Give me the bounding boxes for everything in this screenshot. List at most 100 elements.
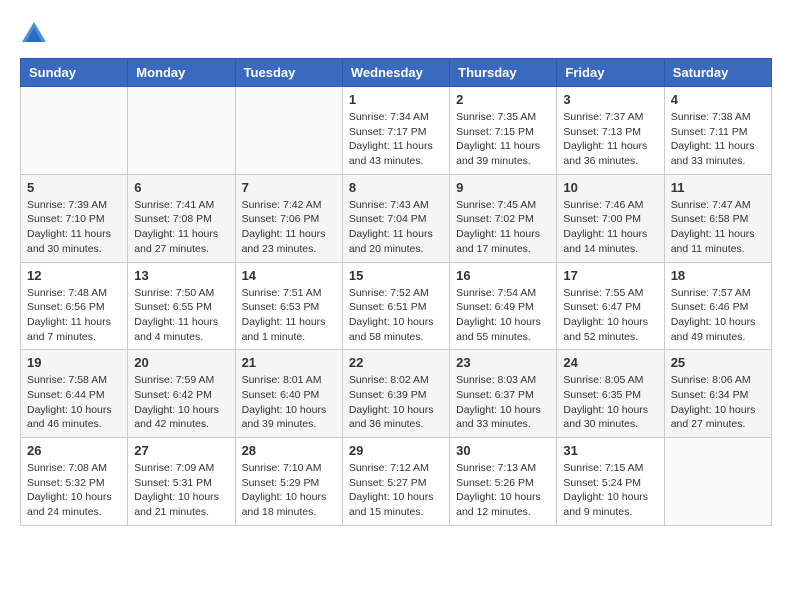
calendar-header-row: SundayMondayTuesdayWednesdayThursdayFrid… xyxy=(21,59,772,87)
day-number: 20 xyxy=(134,355,228,370)
day-number: 17 xyxy=(563,268,657,283)
day-number: 22 xyxy=(349,355,443,370)
calendar-cell: 30 Sunrise: 7:13 AM Sunset: 5:26 PM Dayli… xyxy=(450,438,557,526)
day-info: Sunrise: 7:34 AM Sunset: 7:17 PM Dayligh… xyxy=(349,110,443,169)
logo xyxy=(20,20,52,48)
day-info: Sunrise: 7:08 AM Sunset: 5:32 PM Dayligh… xyxy=(27,461,121,520)
day-header-wednesday: Wednesday xyxy=(342,59,449,87)
calendar-cell: 28 Sunrise: 7:10 AM Sunset: 5:29 PM Dayli… xyxy=(235,438,342,526)
calendar-cell: 2Sunrise: 7:35 AM Sunset: 7:15 PM Daylig… xyxy=(450,87,557,175)
day-info: Sunrise: 7:12 AM Sunset: 5:27 PM Dayligh… xyxy=(349,461,443,520)
day-info: Sunrise: 7:52 AM Sunset: 6:51 PM Dayligh… xyxy=(349,286,443,345)
day-info: Sunrise: 7:43 AM Sunset: 7:04 PM Dayligh… xyxy=(349,198,443,257)
day-number: 27 xyxy=(134,443,228,458)
day-info: Sunrise: 8:02 AM Sunset: 6:39 PM Dayligh… xyxy=(349,373,443,432)
calendar-cell: 20 Sunrise: 7:59 AM Sunset: 6:42 PM Dayli… xyxy=(128,350,235,438)
day-info: Sunrise: 7:51 AM Sunset: 6:53 PM Dayligh… xyxy=(242,286,336,345)
calendar-cell: 7 Sunrise: 7:42 AM Sunset: 7:06 PM Daylig… xyxy=(235,174,342,262)
day-number: 29 xyxy=(349,443,443,458)
day-info: Sunrise: 7:35 AM Sunset: 7:15 PM Dayligh… xyxy=(456,110,550,169)
day-number: 8 xyxy=(349,180,443,195)
calendar-cell: 15 Sunrise: 7:52 AM Sunset: 6:51 PM Dayli… xyxy=(342,262,449,350)
calendar-week-row: 5 Sunrise: 7:39 AM Sunset: 7:10 PM Daylig… xyxy=(21,174,772,262)
day-info: Sunrise: 7:57 AM Sunset: 6:46 PM Dayligh… xyxy=(671,286,765,345)
calendar-cell: 9Sunrise: 7:45 AM Sunset: 7:02 PM Daylig… xyxy=(450,174,557,262)
day-info: Sunrise: 8:05 AM Sunset: 6:35 PM Dayligh… xyxy=(563,373,657,432)
day-info: Sunrise: 7:48 AM Sunset: 6:56 PM Dayligh… xyxy=(27,286,121,345)
day-number: 14 xyxy=(242,268,336,283)
calendar-cell: 19 Sunrise: 7:58 AM Sunset: 6:44 PM Dayli… xyxy=(21,350,128,438)
day-number: 30 xyxy=(456,443,550,458)
day-header-sunday: Sunday xyxy=(21,59,128,87)
calendar-cell: 11Sunrise: 7:47 AM Sunset: 6:58 PM Dayli… xyxy=(664,174,771,262)
day-number: 1 xyxy=(349,92,443,107)
calendar-cell: 22 Sunrise: 8:02 AM Sunset: 6:39 PM Dayli… xyxy=(342,350,449,438)
day-number: 16 xyxy=(456,268,550,283)
day-info: Sunrise: 8:03 AM Sunset: 6:37 PM Dayligh… xyxy=(456,373,550,432)
day-info: Sunrise: 7:38 AM Sunset: 7:11 PM Dayligh… xyxy=(671,110,765,169)
calendar-cell: 21 Sunrise: 8:01 AM Sunset: 6:40 PM Dayli… xyxy=(235,350,342,438)
calendar-cell: 26 Sunrise: 7:08 AM Sunset: 5:32 PM Dayli… xyxy=(21,438,128,526)
day-number: 12 xyxy=(27,268,121,283)
day-header-monday: Monday xyxy=(128,59,235,87)
calendar-cell: 14 Sunrise: 7:51 AM Sunset: 6:53 PM Dayli… xyxy=(235,262,342,350)
day-number: 25 xyxy=(671,355,765,370)
day-info: Sunrise: 7:55 AM Sunset: 6:47 PM Dayligh… xyxy=(563,286,657,345)
day-info: Sunrise: 7:42 AM Sunset: 7:06 PM Dayligh… xyxy=(242,198,336,257)
calendar-cell: 3 Sunrise: 7:37 AM Sunset: 7:13 PM Daylig… xyxy=(557,87,664,175)
calendar-cell: 5 Sunrise: 7:39 AM Sunset: 7:10 PM Daylig… xyxy=(21,174,128,262)
day-number: 26 xyxy=(27,443,121,458)
calendar-cell: 25 Sunrise: 8:06 AM Sunset: 6:34 PM Dayli… xyxy=(664,350,771,438)
day-info: Sunrise: 7:58 AM Sunset: 6:44 PM Dayligh… xyxy=(27,373,121,432)
calendar-cell: 10 Sunrise: 7:46 AM Sunset: 7:00 PM Dayli… xyxy=(557,174,664,262)
calendar-week-row: 19 Sunrise: 7:58 AM Sunset: 6:44 PM Dayli… xyxy=(21,350,772,438)
calendar-cell: 16 Sunrise: 7:54 AM Sunset: 6:49 PM Dayli… xyxy=(450,262,557,350)
header xyxy=(20,20,772,48)
day-info: Sunrise: 7:41 AM Sunset: 7:08 PM Dayligh… xyxy=(134,198,228,257)
day-number: 7 xyxy=(242,180,336,195)
day-number: 31 xyxy=(563,443,657,458)
day-info: Sunrise: 7:09 AM Sunset: 5:31 PM Dayligh… xyxy=(134,461,228,520)
day-header-saturday: Saturday xyxy=(664,59,771,87)
day-number: 28 xyxy=(242,443,336,458)
day-number: 10 xyxy=(563,180,657,195)
day-info: Sunrise: 7:10 AM Sunset: 5:29 PM Dayligh… xyxy=(242,461,336,520)
day-info: Sunrise: 7:37 AM Sunset: 7:13 PM Dayligh… xyxy=(563,110,657,169)
day-number: 18 xyxy=(671,268,765,283)
day-number: 21 xyxy=(242,355,336,370)
day-info: Sunrise: 7:13 AM Sunset: 5:26 PM Dayligh… xyxy=(456,461,550,520)
logo-icon xyxy=(20,20,48,48)
calendar: SundayMondayTuesdayWednesdayThursdayFrid… xyxy=(20,58,772,526)
day-number: 9 xyxy=(456,180,550,195)
calendar-cell: 24 Sunrise: 8:05 AM Sunset: 6:35 PM Dayli… xyxy=(557,350,664,438)
day-info: Sunrise: 7:59 AM Sunset: 6:42 PM Dayligh… xyxy=(134,373,228,432)
calendar-cell: 6 Sunrise: 7:41 AM Sunset: 7:08 PM Daylig… xyxy=(128,174,235,262)
calendar-cell: 17 Sunrise: 7:55 AM Sunset: 6:47 PM Dayli… xyxy=(557,262,664,350)
day-number: 13 xyxy=(134,268,228,283)
day-info: Sunrise: 7:54 AM Sunset: 6:49 PM Dayligh… xyxy=(456,286,550,345)
day-header-friday: Friday xyxy=(557,59,664,87)
day-number: 3 xyxy=(563,92,657,107)
calendar-cell xyxy=(235,87,342,175)
day-number: 24 xyxy=(563,355,657,370)
day-number: 23 xyxy=(456,355,550,370)
day-number: 15 xyxy=(349,268,443,283)
calendar-cell: 8 Sunrise: 7:43 AM Sunset: 7:04 PM Daylig… xyxy=(342,174,449,262)
calendar-cell: 23 Sunrise: 8:03 AM Sunset: 6:37 PM Dayli… xyxy=(450,350,557,438)
day-info: Sunrise: 8:01 AM Sunset: 6:40 PM Dayligh… xyxy=(242,373,336,432)
calendar-cell xyxy=(128,87,235,175)
day-number: 5 xyxy=(27,180,121,195)
calendar-week-row: 12 Sunrise: 7:48 AM Sunset: 6:56 PM Dayli… xyxy=(21,262,772,350)
calendar-cell: 1 Sunrise: 7:34 AM Sunset: 7:17 PM Daylig… xyxy=(342,87,449,175)
day-number: 19 xyxy=(27,355,121,370)
calendar-cell xyxy=(664,438,771,526)
day-info: Sunrise: 7:46 AM Sunset: 7:00 PM Dayligh… xyxy=(563,198,657,257)
calendar-cell: 29 Sunrise: 7:12 AM Sunset: 5:27 PM Dayli… xyxy=(342,438,449,526)
calendar-cell: 13Sunrise: 7:50 AM Sunset: 6:55 PM Dayli… xyxy=(128,262,235,350)
day-info: Sunrise: 7:39 AM Sunset: 7:10 PM Dayligh… xyxy=(27,198,121,257)
day-info: Sunrise: 7:47 AM Sunset: 6:58 PM Dayligh… xyxy=(671,198,765,257)
day-number: 6 xyxy=(134,180,228,195)
calendar-week-row: 1 Sunrise: 7:34 AM Sunset: 7:17 PM Daylig… xyxy=(21,87,772,175)
day-info: Sunrise: 8:06 AM Sunset: 6:34 PM Dayligh… xyxy=(671,373,765,432)
calendar-cell: 27 Sunrise: 7:09 AM Sunset: 5:31 PM Dayli… xyxy=(128,438,235,526)
